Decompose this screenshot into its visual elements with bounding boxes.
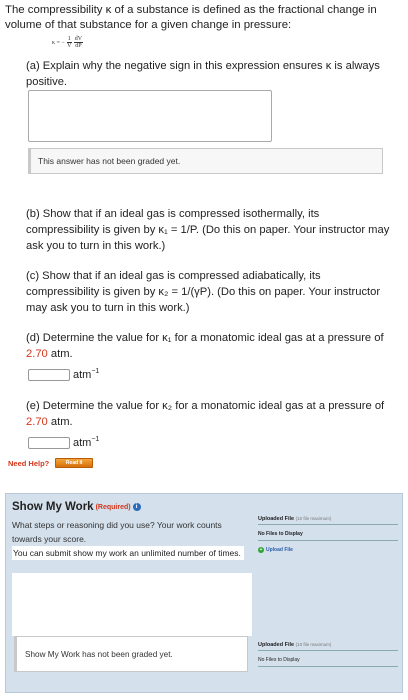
- required-label: (Required): [95, 503, 131, 511]
- part-e-answer-input[interactable]: [28, 436, 70, 449]
- work-note: You can submit show my work an unlimited…: [12, 546, 244, 560]
- work-question: What steps or reasoning did you use? You…: [12, 520, 222, 544]
- pressure-value: 2.70: [26, 348, 48, 360]
- compressibility-formula: κ = − 1 V dV dP: [52, 36, 84, 49]
- part-e-question: (e) Determine the value for κ₂ for a mon…: [26, 400, 385, 428]
- need-help-label: Need Help?: [8, 458, 50, 468]
- part-e-answer-row: atm−1: [28, 436, 99, 449]
- uploaded-file-title: Uploaded File (10 file maximum): [258, 516, 398, 525]
- unit-label: atm−1: [73, 368, 100, 381]
- part-d-answer-row: atm−1: [28, 368, 99, 381]
- part-d-question: (d) Determine the value for κ₁ for a mon…: [26, 332, 384, 360]
- uploaded-file-title: Uploaded File (10 file maximum): [258, 642, 398, 651]
- work-graded-status: Show My Work has not been graded yet.: [14, 636, 248, 672]
- plus-icon: +: [258, 547, 264, 553]
- intro-text: The compressibility κ of a substance is …: [5, 4, 377, 31]
- show-my-work-title: Show My Work (Required) i: [12, 501, 141, 513]
- unit-label: atm−1: [73, 436, 100, 449]
- part-d-answer-input[interactable]: [28, 368, 70, 381]
- no-files-text: No Files to Display: [258, 657, 398, 667]
- work-textarea[interactable]: [12, 572, 252, 636]
- part-a-answer-textarea[interactable]: [28, 90, 272, 142]
- graded-status: This answer has not been graded yet.: [28, 148, 383, 174]
- show-my-work-panel: Show My Work (Required) i What steps or …: [5, 493, 403, 693]
- info-icon[interactable]: i: [132, 503, 141, 511]
- uploaded-files-readonly: Uploaded File (10 file maximum) No Files…: [258, 642, 398, 667]
- read-it-button[interactable]: Read It: [55, 458, 94, 468]
- part-a-question: (a) Explain why the negative sign in thi…: [26, 60, 380, 88]
- need-help: Need Help? Read It: [8, 458, 94, 468]
- upload-section: Uploaded File (10 file maximum) No Files…: [258, 516, 398, 553]
- pressure-value: 2.70: [26, 416, 48, 428]
- part-b-question: (b) Show that if an ideal gas is compres…: [26, 208, 390, 252]
- no-files-text: No Files to Display: [258, 531, 398, 541]
- part-c-question: (c) Show that if an ideal gas is compres…: [26, 270, 381, 314]
- upload-file-button[interactable]: + Upload File: [258, 547, 398, 553]
